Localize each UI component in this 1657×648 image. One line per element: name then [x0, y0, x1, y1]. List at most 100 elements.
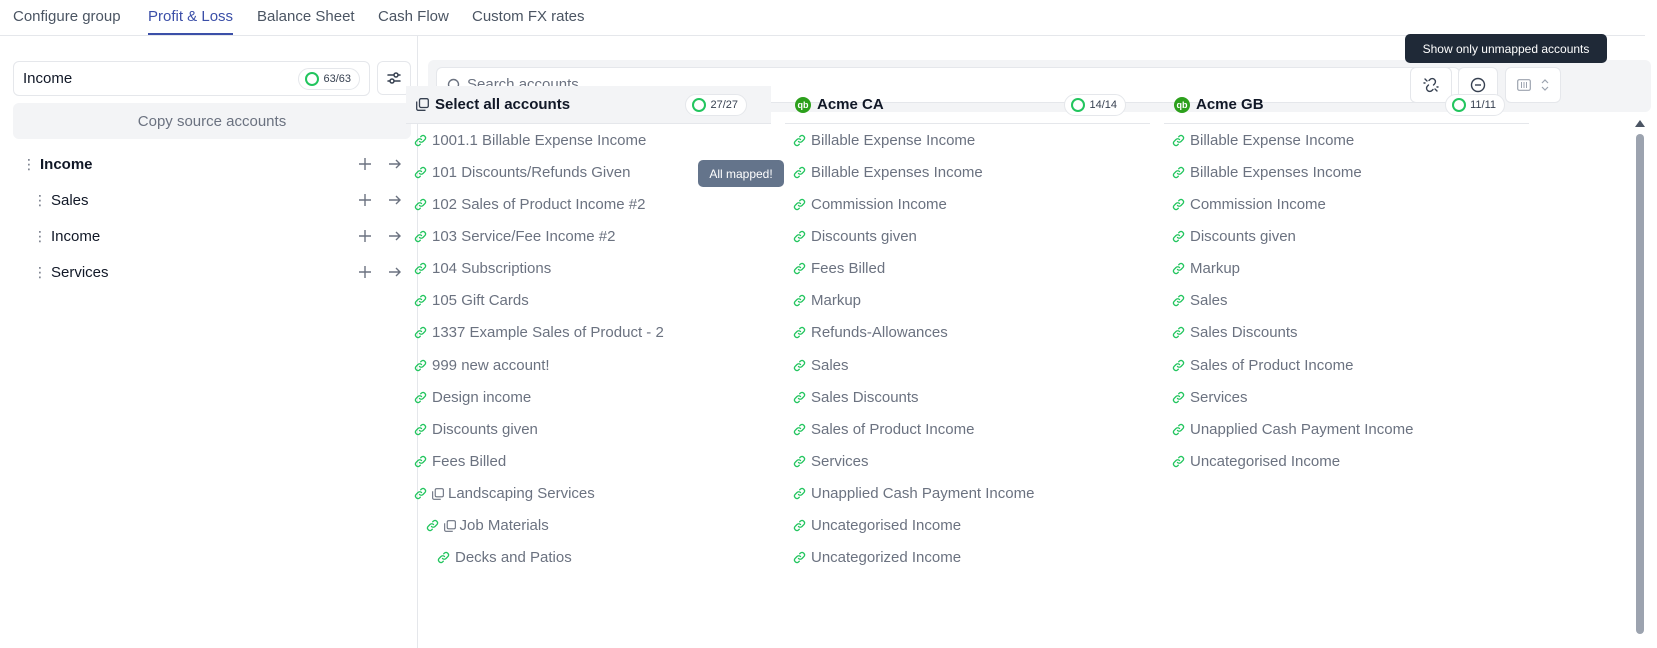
link-icon — [437, 551, 450, 564]
account-label: 104 Subscriptions — [432, 260, 552, 278]
tab-profit-and-loss[interactable]: Profit & Loss — [148, 8, 234, 35]
tab-cash-flow[interactable]: Cash Flow — [378, 8, 449, 35]
account-row[interactable]: Billable Expenses Income — [793, 162, 983, 182]
account-row[interactable]: 102 Sales of Product Income #2 — [414, 194, 645, 214]
drag-handle-icon[interactable]: ⋮ — [22, 156, 36, 173]
account-row[interactable]: Uncategorised Income — [1172, 452, 1340, 472]
account-row[interactable]: Discounts given — [414, 419, 538, 439]
account-row[interactable]: Services — [793, 452, 869, 472]
account-row[interactable]: Sales — [793, 355, 849, 375]
account-label: Sales Discounts — [811, 388, 919, 406]
link-icon — [793, 294, 806, 307]
account-label: 103 Service/Fee Income #2 — [432, 227, 616, 245]
account-label: Refunds-Allowances — [811, 324, 948, 342]
account-row[interactable]: Uncategorised Income — [793, 516, 961, 536]
tab-custom-fx-rates[interactable]: Custom FX rates — [472, 8, 585, 35]
arrow-right-icon[interactable] — [386, 263, 404, 281]
account-label: Fees Billed — [432, 453, 507, 470]
account-label: Sales Discounts — [1190, 324, 1298, 342]
account-row[interactable]: Commission Income — [1172, 194, 1326, 214]
account-row[interactable]: Commission Income — [793, 194, 947, 214]
account-row[interactable]: Sales Discounts — [793, 387, 919, 407]
add-icon[interactable] — [356, 191, 374, 209]
quickbooks-icon: qb — [1174, 96, 1190, 113]
group-select[interactable]: Income 63/63 — [13, 61, 370, 96]
link-icon — [793, 166, 806, 179]
account-row[interactable]: Sales of Product Income — [1172, 355, 1353, 375]
account-row[interactable]: Sales — [1172, 291, 1228, 311]
link-icon — [1172, 198, 1185, 211]
column-count-badge: 11/11 — [1445, 94, 1505, 116]
account-row[interactable]: Landscaping Services — [414, 484, 595, 504]
account-row[interactable]: 999 new account! — [414, 355, 550, 375]
scroll-up-icon[interactable] — [1635, 120, 1645, 127]
link-icon — [793, 423, 806, 436]
account-row[interactable]: 1001.1 Billable Expense Income — [414, 130, 646, 150]
tree-item-income[interactable]: ⋮ Income — [22, 152, 404, 176]
account-row[interactable]: 101 Discounts/Refunds Given — [414, 162, 630, 182]
account-row[interactable]: Billable Expense Income — [1172, 130, 1354, 150]
drag-handle-icon[interactable]: ⋮ — [33, 192, 47, 209]
column-count-text: 14/14 — [1089, 99, 1117, 111]
arrow-right-icon[interactable] — [386, 191, 404, 209]
drag-handle-icon[interactable]: ⋮ — [33, 264, 47, 281]
account-label: Discounts given — [432, 420, 538, 438]
sliders-icon — [387, 72, 401, 84]
account-row[interactable]: 1337 Example Sales of Product - 2 — [414, 323, 664, 343]
tab-bar: Configure group Profit & Loss Balance Sh… — [0, 0, 1645, 36]
link-icon — [793, 198, 806, 211]
account-label: 101 Discounts/Refunds Given — [432, 163, 631, 181]
account-row[interactable]: Sales of Product Income — [793, 419, 974, 439]
arrow-right-icon[interactable] — [386, 155, 404, 173]
link-icon — [414, 294, 427, 307]
link-icon — [793, 326, 806, 339]
account-row[interactable]: Billable Expenses Income — [1172, 162, 1362, 182]
account-row[interactable]: 105 Gift Cards — [414, 291, 529, 311]
account-label: Sales of Product Income — [811, 420, 975, 438]
column-title: Acme CA — [817, 96, 884, 113]
tree-item-income-sub[interactable]: ⋮ Income — [33, 224, 404, 248]
scrollbar-thumb[interactable] — [1636, 134, 1644, 634]
arrow-right-icon[interactable] — [386, 227, 404, 245]
copy-source-accounts-button[interactable]: Copy source accounts — [13, 103, 411, 139]
tab-configure-group[interactable]: Configure group — [13, 8, 121, 35]
account-row[interactable]: Fees Billed — [793, 259, 885, 279]
account-row[interactable]: Decks and Patios — [437, 548, 572, 568]
account-label: Discounts given — [1190, 227, 1296, 245]
account-row[interactable]: 104 Subscriptions — [414, 259, 551, 279]
account-row[interactable]: Services — [1172, 387, 1248, 407]
link-icon — [793, 455, 806, 468]
account-row[interactable]: Uncategorized Income — [793, 548, 961, 568]
account-row[interactable]: Sales Discounts — [1172, 323, 1298, 343]
account-row[interactable]: Unapplied Cash Payment Income — [1172, 419, 1413, 439]
account-label: Discounts given — [811, 227, 917, 245]
account-row[interactable]: Markup — [1172, 259, 1240, 279]
scrollbar[interactable] — [1634, 118, 1648, 648]
tab-balance-sheet[interactable]: Balance Sheet — [257, 8, 355, 35]
add-icon[interactable] — [356, 155, 374, 173]
add-icon[interactable] — [356, 227, 374, 245]
account-row[interactable]: Unapplied Cash Payment Income — [793, 484, 1034, 504]
account-row[interactable]: Billable Expense Income — [793, 130, 975, 150]
account-row[interactable]: 103 Service/Fee Income #2 — [414, 226, 615, 246]
tree-item-sales[interactable]: ⋮ Sales — [33, 188, 404, 212]
account-row[interactable]: Discounts given — [793, 226, 917, 246]
account-row[interactable]: Discounts given — [1172, 226, 1296, 246]
group-icon — [432, 487, 444, 500]
account-row[interactable]: Refunds-Allowances — [793, 323, 948, 343]
add-icon[interactable] — [356, 263, 374, 281]
account-row[interactable]: Design income — [414, 387, 531, 407]
select-all-header[interactable]: Select all accounts 27/27 — [406, 86, 771, 124]
link-icon — [793, 551, 806, 564]
tree-item-services[interactable]: ⋮ Services — [33, 260, 404, 284]
account-row[interactable]: Job Materials — [426, 516, 549, 536]
drag-handle-icon[interactable]: ⋮ — [33, 228, 47, 245]
link-icon — [793, 134, 806, 147]
link-icon — [1172, 134, 1185, 147]
account-row[interactable]: Fees Billed — [414, 452, 506, 472]
link-icon — [414, 326, 427, 339]
account-row[interactable]: Markup — [793, 291, 861, 311]
tree-item-label: Income — [40, 155, 93, 173]
link-icon — [793, 359, 806, 372]
column-count-badge: 14/14 — [1064, 94, 1126, 116]
